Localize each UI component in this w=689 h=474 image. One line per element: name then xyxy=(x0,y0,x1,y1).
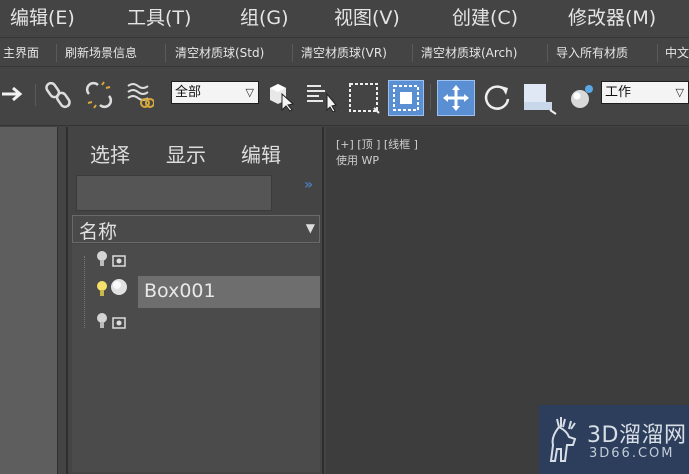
menu-view[interactable]: 视图(V) xyxy=(334,0,400,36)
select-by-name-icon[interactable] xyxy=(305,82,339,112)
explorer-search-input[interactable] xyxy=(76,175,272,211)
shaded-sphere-icon[interactable] xyxy=(110,278,128,300)
object-name: Box001 xyxy=(144,280,216,302)
script-button-clear-arch[interactable]: 清空材质球(Arch) xyxy=(421,43,517,63)
toolbar-divider xyxy=(547,44,548,62)
menu-tools[interactable]: 工具(T) xyxy=(127,0,191,36)
column-header-label: 名称 xyxy=(79,221,118,243)
menu-group[interactable]: 组(G) xyxy=(240,0,289,36)
lightbulb-off-icon[interactable] xyxy=(96,312,108,334)
deer-logo-icon xyxy=(547,415,583,469)
toolbar-divider xyxy=(292,44,293,62)
expand-panel-icon[interactable]: » xyxy=(304,177,313,193)
watermark-url: 3D66.COM xyxy=(589,446,675,461)
selection-filter-dropdown[interactable]: 全部 ▽ xyxy=(171,81,259,104)
toolbar-divider xyxy=(430,84,431,110)
left-viewport-strip xyxy=(0,127,58,474)
scene-explorer-panel: 选择 显示 编辑 » 名称 ▼ Box001 xyxy=(66,127,324,474)
menu-create[interactable]: 创建(C) xyxy=(452,0,518,36)
toolbar-divider xyxy=(657,44,658,62)
viewport-label[interactable]: [+] [顶 ] [线框 ] xyxy=(336,136,418,152)
bind-space-warp-icon[interactable] xyxy=(124,80,154,110)
script-toolbar: 主界面 刷新场景信息 清空材质球(Std) 清空材质球(VR) 清空材质球(Ar… xyxy=(0,37,689,67)
script-button-import-materials[interactable]: 导入所有材质 xyxy=(556,43,628,63)
render-toggle-icon[interactable] xyxy=(112,314,126,333)
unlink-icon[interactable] xyxy=(84,80,114,110)
script-button-main-ui[interactable]: 主界面 xyxy=(3,43,39,63)
window-crossing-icon[interactable] xyxy=(388,80,424,116)
toolbar-divider xyxy=(165,44,166,62)
link-icon[interactable] xyxy=(44,80,74,110)
select-and-scale-icon[interactable] xyxy=(520,80,558,116)
coordinate-system-dropdown[interactable]: 工作 ▽ xyxy=(601,81,689,104)
watermark-logo: 3D溜溜网 3D66.COM xyxy=(539,405,689,474)
redo-arrow-icon[interactable] xyxy=(0,82,24,106)
selection-filter-value: 全部 xyxy=(175,85,202,100)
scene-object-list: Box001 xyxy=(72,244,320,472)
render-toggle-icon[interactable] xyxy=(112,252,126,271)
lightbulb-on-icon[interactable] xyxy=(96,280,108,302)
reference-coordinate-icon[interactable] xyxy=(566,82,596,112)
name-column-header[interactable]: 名称 ▼ xyxy=(72,215,320,243)
chevron-down-icon: ▽ xyxy=(675,86,684,99)
select-object-icon[interactable] xyxy=(266,80,296,112)
select-and-rotate-icon[interactable] xyxy=(481,82,513,114)
script-button-clear-std[interactable]: 清空材质球(Std) xyxy=(175,43,264,63)
select-and-move-icon[interactable] xyxy=(437,80,475,116)
watermark-brand: 3D溜溜网 xyxy=(587,423,687,448)
chevron-down-icon: ▽ xyxy=(245,86,254,99)
menu-edit[interactable]: 编辑(E) xyxy=(10,0,75,36)
main-toolbar: 全部 ▽ 工作 ▽ xyxy=(0,68,689,126)
lightbulb-off-icon[interactable] xyxy=(96,250,108,272)
list-item[interactable] xyxy=(72,308,320,338)
viewport-sublabel: 使用 WP xyxy=(336,154,380,167)
explorer-menu-edit[interactable]: 编辑 xyxy=(241,139,281,168)
menu-modifiers[interactable]: 修改器(M) xyxy=(568,0,656,36)
menu-bar: 编辑(E) 工具(T) 组(G) 视图(V) 创建(C) 修改器(M) xyxy=(0,0,689,36)
explorer-menu-display[interactable]: 显示 xyxy=(166,139,206,168)
rectangular-selection-icon[interactable] xyxy=(348,82,380,114)
script-button-refresh-scene[interactable]: 刷新场景信息 xyxy=(65,43,137,63)
toolbar-divider xyxy=(35,84,36,106)
script-button-clear-vr[interactable]: 清空材质球(VR) xyxy=(301,43,387,63)
toolbar-divider xyxy=(412,44,413,62)
sort-down-icon[interactable]: ▼ xyxy=(306,221,315,235)
explorer-menu-select[interactable]: 选择 xyxy=(90,139,130,168)
script-button-chinese[interactable]: 中文 xyxy=(665,43,689,63)
toolbar-divider xyxy=(56,44,57,62)
list-item[interactable] xyxy=(72,246,320,276)
coordinate-system-value: 工作 xyxy=(605,85,632,100)
list-item-selected[interactable]: Box001 xyxy=(72,276,320,308)
